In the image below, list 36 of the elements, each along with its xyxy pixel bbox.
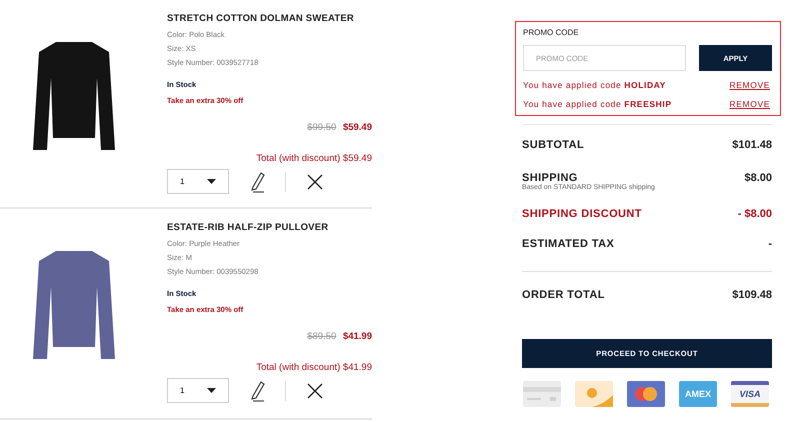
product-name: ESTATE-RIB HALF-ZIP PULLOVER: [167, 222, 330, 233]
quantity-select[interactable]: 1: [167, 169, 229, 194]
sale-price: $59.49: [342, 122, 372, 133]
item-total: Total (with discount) $41.99: [255, 362, 372, 373]
remove-link[interactable]: REMOVE: [730, 99, 770, 109]
applied-code-text: You have applied code FREESHIP: [523, 99, 672, 109]
summary-label: SHIPPING DISCOUNT: [522, 208, 642, 220]
amex-card: AMEX: [679, 381, 717, 407]
order-total-value: $109.48: [732, 289, 772, 301]
credit-card-icon: [523, 381, 561, 407]
quantity-select[interactable]: 1: [167, 378, 229, 403]
pencil-icon[interactable]: [249, 380, 267, 402]
close-icon[interactable]: [307, 174, 323, 190]
summary-label: SHIPPING: [522, 172, 579, 184]
order-total-label: ORDER TOTAL: [522, 289, 605, 301]
visa-card: VISA: [731, 381, 769, 407]
item-total: Total (with discount) $59.49: [255, 153, 372, 164]
sale-price: $41.99: [342, 331, 372, 342]
caret-icon: [207, 388, 216, 393]
caret-icon: [207, 179, 216, 184]
product-name: STRETCH COTTON DOLMAN SWEATER: [167, 13, 355, 24]
summary-value: - $8.00: [738, 208, 772, 220]
promo-label: PROMO CODE: [523, 28, 580, 37]
payment-card-icon: [575, 381, 613, 407]
original-price: $89.50: [307, 331, 336, 342]
summary-label: SUBTOTAL: [522, 139, 584, 151]
summary-value: -: [768, 238, 772, 250]
summary-label: ESTIMATED TAX: [522, 238, 614, 250]
summary-value: $8.00: [744, 172, 772, 184]
original-price: $99.50: [307, 122, 336, 133]
mastercard-icon: [627, 381, 665, 407]
remove-link[interactable]: REMOVE: [730, 80, 770, 90]
summary-value: $101.48: [732, 139, 772, 151]
pencil-icon[interactable]: [249, 170, 267, 192]
close-icon[interactable]: [307, 382, 323, 398]
applied-code-text: You have applied code HOLIDAY: [523, 80, 666, 90]
